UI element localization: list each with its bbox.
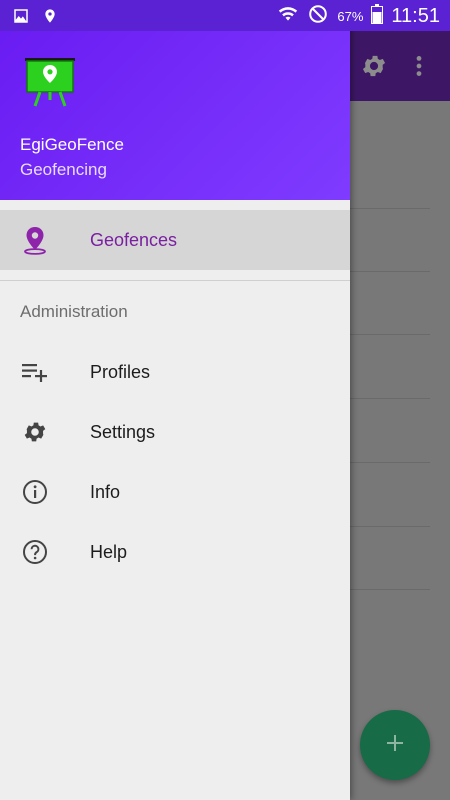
- drawer-item-help[interactable]: Help: [0, 522, 350, 582]
- app-name: EgiGeoFence: [20, 135, 124, 154]
- drawer-item-geofences[interactable]: Geofences: [0, 210, 350, 270]
- plus-icon: [383, 731, 407, 760]
- list-divider: [350, 208, 430, 209]
- clock: 11:51: [391, 5, 440, 27]
- add-geofence-button[interactable]: [360, 710, 430, 780]
- drawer-header: EgiGeoFence Geofencing: [0, 31, 350, 200]
- do-not-disturb-icon: [307, 3, 329, 30]
- gear-icon[interactable]: [360, 52, 388, 85]
- help-icon: [20, 537, 50, 567]
- location-icon: [42, 5, 58, 32]
- playlist-add-icon: [20, 357, 50, 387]
- drawer-item-profiles[interactable]: Profiles: [0, 342, 350, 402]
- app-subtitle: Geofencing: [20, 160, 107, 179]
- section-title-administration: Administration: [20, 302, 128, 321]
- list-divider: [350, 589, 430, 590]
- drawer-item-settings[interactable]: Settings: [0, 402, 350, 462]
- more-vert-icon[interactable]: [412, 53, 426, 84]
- drawer-item-label: Profiles: [90, 361, 151, 382]
- gear-icon: [20, 417, 50, 447]
- list-divider: [350, 398, 430, 399]
- battery-percent: 67%: [337, 9, 364, 24]
- presentation-board-location-icon: [22, 54, 78, 110]
- status-bar: 67% 11:51: [0, 0, 450, 31]
- navigation-drawer: EgiGeoFence Geofencing Geofences Adminis…: [0, 0, 350, 800]
- drawer-item-label: Settings: [90, 421, 156, 442]
- gallery-icon: [12, 7, 30, 30]
- info-icon: [20, 477, 50, 507]
- list-divider: [350, 271, 430, 272]
- drawer-item-label: Info: [90, 481, 121, 502]
- drawer-item-label: Geofences: [90, 229, 178, 250]
- list-divider: [350, 334, 430, 335]
- divider: [0, 280, 350, 281]
- list-divider: [350, 526, 430, 527]
- drawer-item-label: Help: [90, 541, 128, 562]
- wifi-icon: [277, 4, 299, 29]
- list-divider: [350, 462, 430, 463]
- battery-icon: [371, 4, 384, 29]
- map-pin-icon: [20, 225, 50, 255]
- drawer-item-info[interactable]: Info: [0, 462, 350, 522]
